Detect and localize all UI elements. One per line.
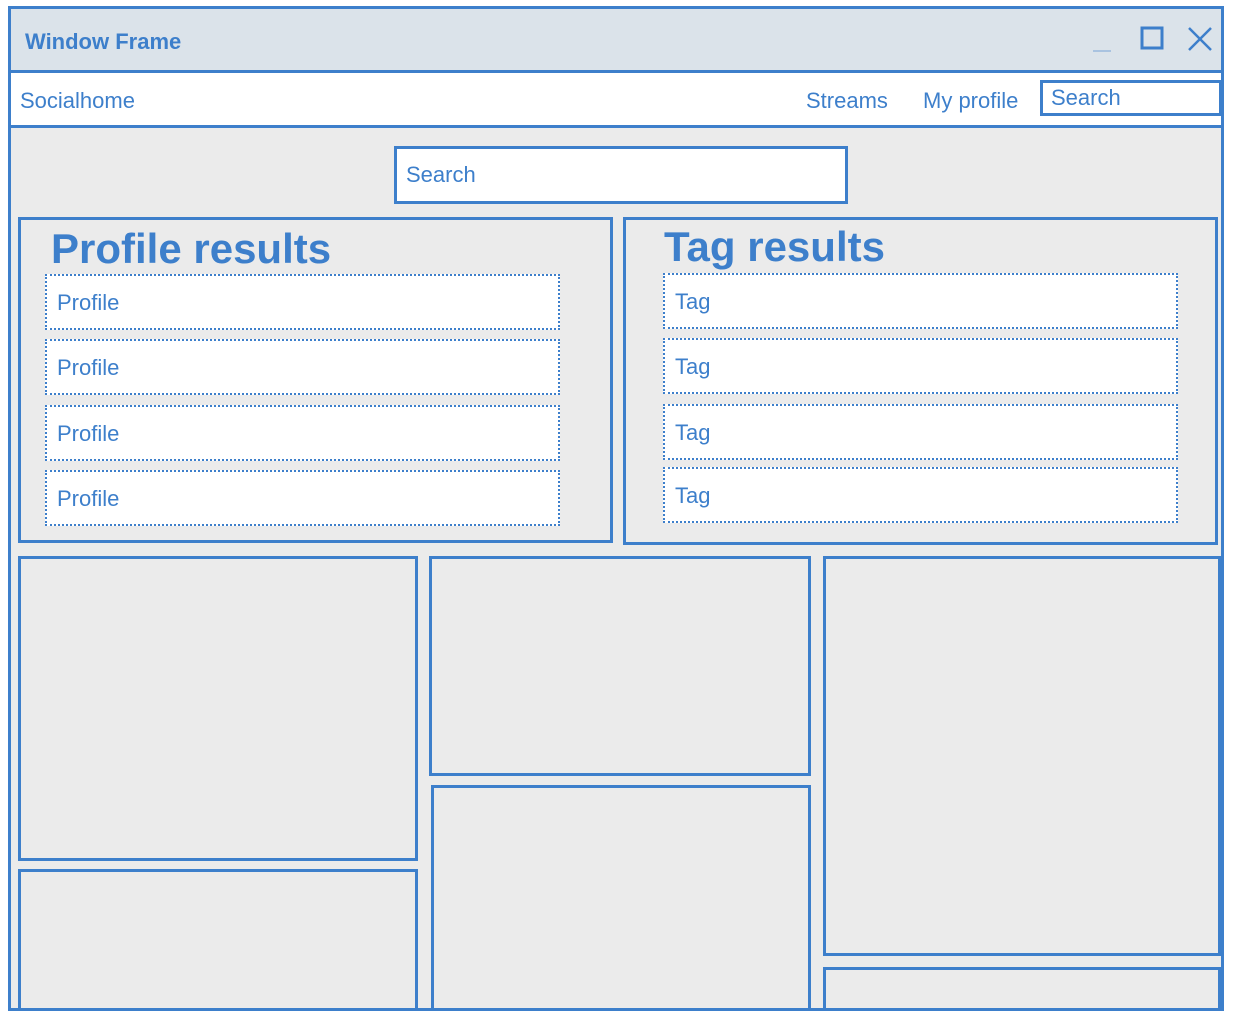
maximize-icon[interactable]: [1137, 23, 1169, 55]
brand-link[interactable]: Socialhome: [20, 88, 135, 114]
minimize-icon[interactable]: [1086, 23, 1118, 55]
navbar: Socialhome Streams My profile: [11, 73, 1221, 128]
profile-results-title: Profile results: [51, 225, 332, 272]
tag-result-item[interactable]: Tag: [663, 467, 1178, 523]
profile-result-item[interactable]: Profile: [45, 339, 560, 395]
content-card[interactable]: [18, 556, 418, 861]
tag-result-item[interactable]: Tag: [663, 338, 1178, 394]
content-card[interactable]: [18, 869, 418, 1008]
content-card[interactable]: [431, 785, 811, 1008]
content-card[interactable]: [429, 556, 811, 776]
tag-results-title: Tag results: [664, 223, 885, 270]
nav-link-my-profile[interactable]: My profile: [923, 88, 1018, 114]
content-card[interactable]: [823, 967, 1221, 1008]
profile-result-item[interactable]: Profile: [45, 274, 560, 330]
profile-result-item[interactable]: Profile: [45, 405, 560, 461]
main-search-input[interactable]: [394, 146, 848, 204]
tag-result-item[interactable]: Tag: [663, 273, 1178, 329]
tag-results-panel: Tag results Tag Tag Tag Tag: [623, 217, 1218, 545]
profile-result-item[interactable]: Profile: [45, 470, 560, 526]
tag-result-item[interactable]: Tag: [663, 404, 1178, 460]
close-icon[interactable]: [1184, 23, 1216, 55]
profile-results-panel: Profile results Profile Profile Profile …: [18, 217, 613, 543]
nav-link-streams[interactable]: Streams: [806, 88, 888, 114]
content-card[interactable]: [823, 556, 1221, 956]
title-bar: Window Frame: [11, 9, 1221, 73]
window-frame: Window Frame Socialhome Streams My profi…: [8, 6, 1224, 1011]
window-title: Window Frame: [25, 29, 182, 54]
navbar-search-input[interactable]: [1040, 80, 1221, 116]
